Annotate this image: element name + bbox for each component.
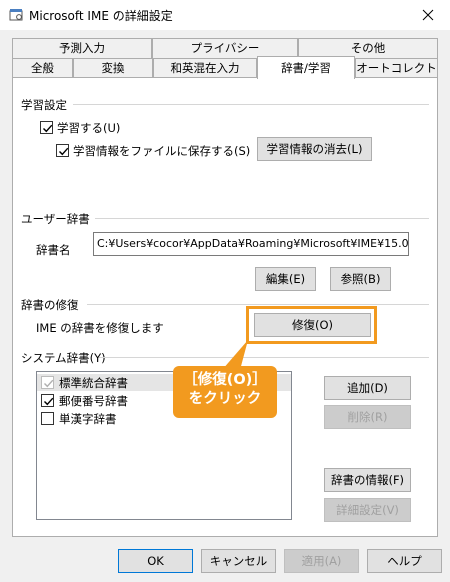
dictionary-checkbox[interactable] bbox=[41, 394, 54, 407]
repair-button-highlight bbox=[246, 306, 377, 344]
tab-label: 和英混在入力 bbox=[170, 61, 240, 75]
button-label: 適用(A) bbox=[301, 554, 342, 568]
section-divider bbox=[73, 104, 429, 105]
clear-learning-button[interactable]: 学習情報の消去(L) bbox=[257, 137, 372, 161]
learning-section-label: 学習設定 bbox=[21, 98, 67, 112]
annotation-line-1: ［修復(O)］ bbox=[183, 372, 267, 388]
annotation-callout: ［修復(O)］ をクリック bbox=[173, 366, 277, 418]
dictionary-checkbox[interactable] bbox=[41, 376, 54, 389]
button-label: OK bbox=[147, 554, 164, 568]
tab-dictionary-learning[interactable]: 辞書/学習 bbox=[257, 56, 355, 79]
tab-label: オートコレクト bbox=[356, 61, 437, 75]
save-to-file-checkbox[interactable] bbox=[56, 144, 69, 157]
user-dictionary-section-label: ユーザー辞書 bbox=[21, 212, 90, 226]
window-title: Microsoft IME の詳細設定 bbox=[29, 9, 173, 23]
apply-button[interactable]: 適用(A) bbox=[284, 549, 359, 573]
learn-checkbox[interactable] bbox=[40, 121, 53, 134]
check-icon bbox=[44, 397, 54, 406]
tab-row-front: 全般 変換 和英混在入力 辞書/学習 オートコレクト bbox=[12, 56, 438, 79]
tab-label: 全般 bbox=[31, 61, 54, 75]
dictionary-item-label: 郵便番号辞書 bbox=[59, 394, 128, 408]
learn-checkbox-label: 学習する(U) bbox=[57, 121, 121, 135]
system-dictionary-section-label: システム辞書(Y) bbox=[21, 351, 106, 365]
dictionary-info-button[interactable]: 辞書の情報(F) bbox=[324, 468, 411, 492]
annotation-line-2: をクリック bbox=[188, 391, 262, 407]
tab-general[interactable]: 全般 bbox=[12, 58, 73, 78]
section-divider bbox=[99, 357, 429, 358]
add-dictionary-button[interactable]: 追加(D) bbox=[324, 376, 411, 400]
tab-autocorrect[interactable]: オートコレクト bbox=[355, 58, 438, 78]
tab-label: その他 bbox=[350, 41, 386, 55]
repair-section-label: 辞書の修復 bbox=[21, 298, 79, 312]
tab-conversion[interactable]: 変換 bbox=[73, 58, 153, 78]
browse-dictionary-button[interactable]: 参照(B) bbox=[330, 267, 391, 291]
tab-label: 辞書/学習 bbox=[281, 61, 331, 75]
edit-dictionary-button[interactable]: 編集(E) bbox=[255, 267, 316, 291]
dictionary-checkbox[interactable] bbox=[41, 412, 54, 425]
repair-description: IME の辞書を修復します bbox=[36, 321, 164, 335]
tab-label: 予測入力 bbox=[59, 41, 105, 55]
button-label: 参照(B) bbox=[340, 272, 381, 286]
dictionary-name-label: 辞書名 bbox=[36, 243, 71, 257]
tab-other[interactable]: その他 bbox=[298, 38, 438, 58]
button-label: ヘルプ bbox=[387, 554, 422, 568]
tab-row-back: 予測入力 プライバシー その他 bbox=[12, 38, 438, 58]
ime-settings-icon bbox=[9, 8, 23, 22]
delete-dictionary-button[interactable]: 削除(R) bbox=[324, 405, 411, 429]
button-label: 詳細設定(V) bbox=[336, 503, 399, 517]
close-icon bbox=[422, 9, 434, 21]
section-divider bbox=[95, 218, 429, 219]
dictionary-item-label: 単漢字辞書 bbox=[59, 412, 117, 426]
cancel-button[interactable]: キャンセル bbox=[201, 549, 276, 573]
section-divider bbox=[87, 304, 429, 305]
title-bar: Microsoft IME の詳細設定 bbox=[0, 0, 450, 30]
button-label: 学習情報の消去(L) bbox=[266, 142, 363, 156]
dictionary-detail-button[interactable]: 詳細設定(V) bbox=[324, 498, 411, 522]
button-label: キャンセル bbox=[209, 554, 268, 568]
check-icon bbox=[59, 147, 69, 156]
check-icon bbox=[44, 379, 54, 388]
button-label: 辞書の情報(F) bbox=[330, 473, 405, 487]
button-label: 編集(E) bbox=[265, 272, 306, 286]
tab-label: プライバシー bbox=[190, 41, 260, 55]
dictionary-item-label: 標準統合辞書 bbox=[59, 376, 128, 390]
tab-prediction[interactable]: 予測入力 bbox=[12, 38, 152, 58]
tab-privacy[interactable]: プライバシー bbox=[152, 38, 298, 58]
ok-button[interactable]: OK bbox=[118, 549, 193, 573]
check-icon bbox=[43, 124, 53, 133]
tab-label: 変換 bbox=[101, 61, 125, 75]
dictionary-path-field[interactable]: C:¥Users¥cocor¥AppData¥Roaming¥Microsoft… bbox=[93, 232, 409, 256]
button-label: 削除(R) bbox=[347, 410, 388, 424]
button-label: 追加(D) bbox=[347, 381, 388, 395]
tab-mixed-input[interactable]: 和英混在入力 bbox=[153, 58, 257, 78]
help-button[interactable]: ヘルプ bbox=[367, 549, 442, 573]
save-to-file-checkbox-label: 学習情報をファイルに保存する(S) bbox=[73, 144, 251, 158]
close-button[interactable] bbox=[406, 0, 450, 30]
